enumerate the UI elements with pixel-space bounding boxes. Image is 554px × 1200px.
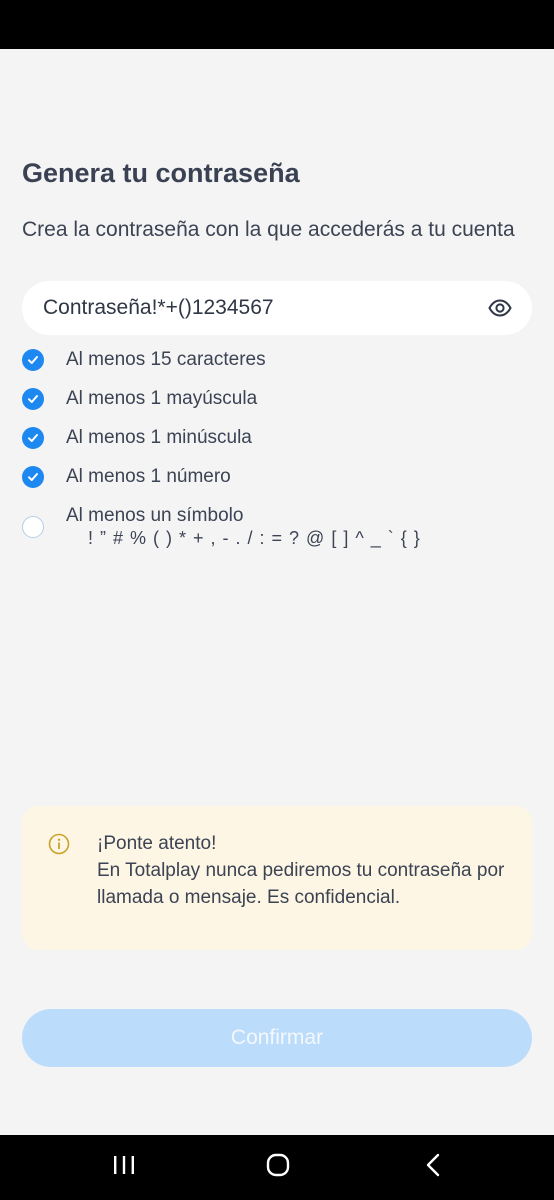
eye-icon[interactable] [488, 296, 512, 320]
check-icon [22, 427, 44, 449]
check-icon [22, 466, 44, 488]
requirement-label: Al menos 1 mayúscula [66, 388, 258, 409]
home-icon[interactable] [265, 1152, 291, 1178]
security-notice: ¡Ponte atento! En Totalplay nunca pedire… [22, 806, 532, 950]
notice-heading: ¡Ponte atento! [97, 833, 217, 854]
requirement-label: Al menos 15 caracteres [66, 349, 266, 370]
back-icon[interactable] [424, 1152, 442, 1178]
unchecked-circle-icon [22, 516, 44, 538]
requirement-item: Al menos 15 caracteres [22, 349, 266, 371]
recents-icon[interactable] [112, 1152, 136, 1178]
requirement-symbols: ! ” # % ( ) * + , - . / : = ? @ [ ] ^ _ … [88, 528, 421, 548]
info-icon [48, 833, 70, 855]
confirm-button[interactable]: Confirmar [22, 1009, 532, 1067]
requirement-label: Al menos un símbolo [66, 505, 244, 526]
page-subtitle: Crea la contraseña con la que accederás … [22, 218, 515, 241]
page-title: Genera tu contraseña [22, 158, 300, 188]
requirement-item: Al menos 1 número [22, 466, 231, 488]
password-value[interactable]: Contraseña!*+()1234567 [43, 296, 274, 320]
requirement-label: Al menos 1 número [66, 466, 231, 487]
check-icon [22, 349, 44, 371]
check-icon [22, 388, 44, 410]
requirement-label: Al menos 1 minúscula [66, 427, 252, 448]
password-input[interactable]: Contraseña!*+()1234567 [22, 281, 532, 335]
requirement-item: Al menos 1 minúscula [22, 427, 252, 449]
status-bar [0, 0, 554, 49]
requirement-item: Al menos 1 mayúscula [22, 388, 257, 410]
notice-body: En Totalplay nunca pediremos tu contrase… [97, 860, 505, 908]
